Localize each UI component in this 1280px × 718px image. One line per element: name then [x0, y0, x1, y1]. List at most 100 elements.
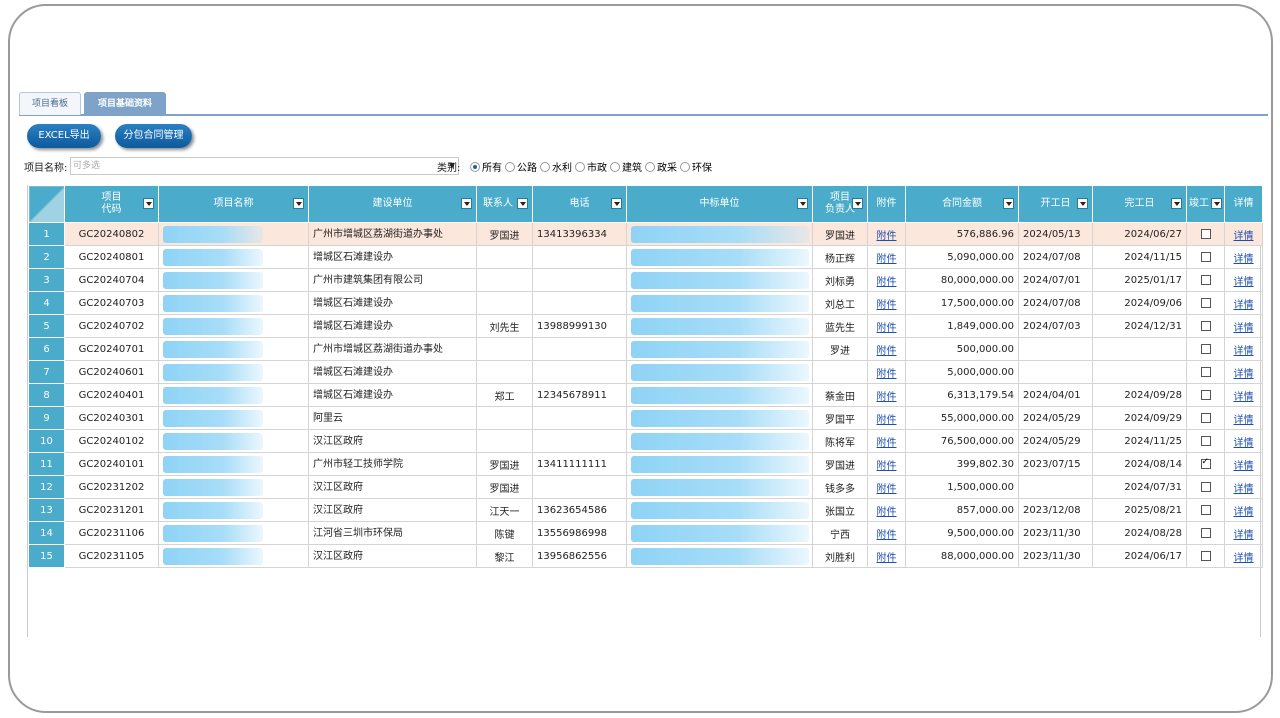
detail-link[interactable]: 详情: [1234, 300, 1254, 311]
category-radio-option[interactable]: 公路: [505, 159, 537, 174]
radio-button-icon[interactable]: [610, 162, 620, 172]
attachment-link[interactable]: 附件: [877, 346, 897, 357]
filter-dropdown-icon[interactable]: [1171, 198, 1182, 209]
radio-button-icon[interactable]: [680, 162, 690, 172]
attachment-link[interactable]: 附件: [877, 300, 897, 311]
completed-checkbox[interactable]: [1200, 251, 1211, 262]
col-header-code[interactable]: 项目 代码: [64, 185, 159, 223]
detail-link[interactable]: 详情: [1234, 277, 1254, 288]
attachment-link[interactable]: 附件: [877, 507, 897, 518]
completed-checkbox[interactable]: [1200, 481, 1211, 492]
detail-link[interactable]: 详情: [1234, 461, 1254, 472]
table-row[interactable]: 5 GC20240702 增城区石滩建设办 刘先生 13988999130 蓝先生 附件 1,…: [28, 314, 1263, 338]
col-header-phone[interactable]: 电话: [532, 185, 627, 223]
table-row[interactable]: 15 GC20231105 汉江区政府 黎江 13956862556 刘胜利 附件 88,00…: [28, 544, 1263, 568]
filter-dropdown-icon[interactable]: [293, 198, 304, 209]
filter-dropdown-icon[interactable]: [797, 198, 808, 209]
attachment-link[interactable]: 附件: [877, 369, 897, 380]
detail-link[interactable]: 详情: [1234, 323, 1254, 334]
col-header-start[interactable]: 开工日: [1018, 185, 1093, 223]
excel-export-button[interactable]: EXCEL导出: [27, 124, 101, 148]
table-row[interactable]: 12 GC20231202 汉江区政府 罗国进 钱多多 附件 1,500,000.00 202…: [28, 475, 1263, 499]
table-row[interactable]: 10 GC20240102 汉江区政府 陈将军 附件 76,500,000.00 2024/…: [28, 429, 1263, 453]
table-row[interactable]: 11 GC20240101 广州市轻工技师学院 罗国进 13411111111 罗国进 附件…: [28, 452, 1263, 476]
category-radio-option[interactable]: 市政: [575, 159, 607, 174]
filter-dropdown-icon[interactable]: [1077, 198, 1088, 209]
col-header-winner[interactable]: 中标单位: [626, 185, 813, 223]
filter-dropdown-icon[interactable]: [517, 198, 528, 209]
detail-link[interactable]: 详情: [1234, 553, 1254, 564]
attachment-link[interactable]: 附件: [877, 254, 897, 265]
table-row[interactable]: 13 GC20231201 汉江区政府 江天一 13623654586 张国立 附件 857,…: [28, 498, 1263, 522]
attachment-link[interactable]: 附件: [877, 415, 897, 426]
attachment-link[interactable]: 附件: [877, 323, 897, 334]
category-radio-option[interactable]: 环保: [680, 159, 712, 174]
table-row[interactable]: 3 GC20240704 广州市建筑集团有限公司 刘标勇 附件 80,000,000.00…: [28, 268, 1263, 292]
completed-checkbox[interactable]: [1200, 435, 1211, 446]
attachment-link[interactable]: 附件: [877, 231, 897, 242]
col-header-builder[interactable]: 建设单位: [308, 185, 477, 223]
attachment-link[interactable]: 附件: [877, 392, 897, 403]
radio-button-icon[interactable]: [540, 162, 550, 172]
detail-link[interactable]: 详情: [1234, 392, 1254, 403]
detail-link[interactable]: 详情: [1234, 484, 1254, 495]
detail-link[interactable]: 详情: [1234, 507, 1254, 518]
filter-dropdown-icon[interactable]: [1003, 198, 1014, 209]
table-row[interactable]: 8 GC20240401 增城区石滩建设办 郑工 12345678911 蔡金田 附件 6,3…: [28, 383, 1263, 407]
radio-button-icon[interactable]: [505, 162, 515, 172]
table-row[interactable]: 9 GC20240301 阿里云 罗国平 附件 55,000,000.00 2024/05/…: [28, 406, 1263, 430]
radio-button-icon[interactable]: [575, 162, 585, 172]
filter-dropdown-icon[interactable]: [143, 198, 154, 209]
detail-link[interactable]: 详情: [1234, 530, 1254, 541]
completed-checkbox[interactable]: [1200, 297, 1211, 308]
col-header-amount[interactable]: 合同金额: [905, 185, 1019, 223]
category-radio-option[interactable]: 水利: [540, 159, 572, 174]
completed-checkbox[interactable]: [1200, 412, 1211, 423]
attachment-link[interactable]: 附件: [877, 438, 897, 449]
attachment-link[interactable]: 附件: [877, 461, 897, 472]
completed-checkbox[interactable]: [1200, 320, 1211, 331]
table-row[interactable]: 2 GC20240801 增城区石滩建设办 杨正辉 附件 5,090,000.00 2024…: [28, 245, 1263, 269]
tab-project-board[interactable]: 项目看板: [19, 92, 81, 115]
table-row[interactable]: 1 GC20240802 广州市增城区荔湖街道办事处 罗国进 13413396334 罗国…: [28, 222, 1263, 246]
detail-link[interactable]: 详情: [1234, 254, 1254, 265]
subcontract-management-button[interactable]: 分包合同管理: [115, 124, 192, 148]
category-radio-option[interactable]: 政采: [645, 159, 677, 174]
project-name-select[interactable]: 可多选 ▼: [70, 157, 459, 175]
attachment-link[interactable]: 附件: [877, 530, 897, 541]
filter-dropdown-icon[interactable]: [611, 198, 622, 209]
category-radio-option[interactable]: 建筑: [610, 159, 642, 174]
table-row[interactable]: 4 GC20240703 增城区石滩建设办 刘总工 附件 17,500,000.00 202…: [28, 291, 1263, 315]
col-header-attachment[interactable]: 附件: [867, 185, 906, 223]
completed-checkbox[interactable]: [1200, 343, 1211, 354]
filter-dropdown-icon[interactable]: [461, 198, 472, 209]
completed-checkbox[interactable]: [1200, 527, 1211, 538]
completed-checkbox[interactable]: [1200, 366, 1211, 377]
col-header-done[interactable]: 竣工: [1186, 185, 1225, 223]
table-row[interactable]: 7 GC20240601 增城区石滩建设办 附件 5,000,000.00 详情: [28, 360, 1263, 384]
attachment-link[interactable]: 附件: [877, 553, 897, 564]
detail-link[interactable]: 详情: [1234, 415, 1254, 426]
detail-link[interactable]: 详情: [1234, 346, 1254, 357]
col-header-finish[interactable]: 完工日: [1092, 185, 1187, 223]
completed-checkbox[interactable]: [1200, 504, 1211, 515]
attachment-link[interactable]: 附件: [877, 484, 897, 495]
attachment-link[interactable]: 附件: [877, 277, 897, 288]
col-header-contact[interactable]: 联系人: [476, 185, 533, 223]
table-row[interactable]: 6 GC20240701 广州市增城区荔湖街道办事处 罗进 附件 500,000.00 详情: [28, 337, 1263, 361]
filter-dropdown-icon[interactable]: [852, 198, 863, 209]
col-header-name[interactable]: 项目名称: [158, 185, 309, 223]
detail-link[interactable]: 详情: [1234, 369, 1254, 380]
radio-button-icon[interactable]: [645, 162, 655, 172]
filter-dropdown-icon[interactable]: [1211, 198, 1222, 209]
detail-link[interactable]: 详情: [1234, 438, 1254, 449]
detail-link[interactable]: 详情: [1234, 231, 1254, 242]
tab-project-basic-info[interactable]: 项目基础资料: [84, 92, 166, 115]
completed-checkbox[interactable]: [1200, 274, 1211, 285]
category-radio-option[interactable]: 所有: [470, 159, 502, 174]
completed-checkbox[interactable]: [1200, 550, 1211, 561]
radio-button-icon[interactable]: [470, 162, 480, 172]
completed-checkbox[interactable]: [1200, 457, 1211, 469]
completed-checkbox[interactable]: [1200, 228, 1211, 239]
col-header-manager[interactable]: 项目 负责人: [812, 185, 868, 223]
